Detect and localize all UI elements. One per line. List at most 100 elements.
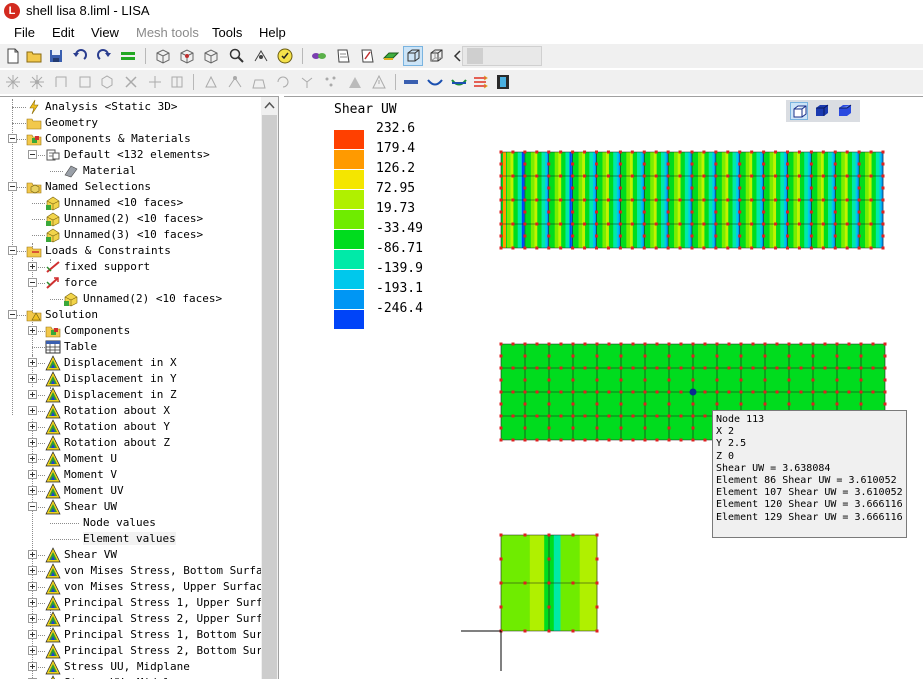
node-icon[interactable] xyxy=(4,73,22,91)
redo-icon[interactable] xyxy=(95,47,113,65)
tree-item[interactable]: Stress VV, Midplane xyxy=(0,675,261,679)
tree-item[interactable]: Displacement in Z xyxy=(0,387,261,403)
tree-item[interactable]: Principal Stress 1, Bottom Surface xyxy=(0,627,261,643)
tree-item[interactable]: force xyxy=(0,275,261,291)
toolbar-combo[interactable] xyxy=(462,46,542,66)
solve-icon[interactable] xyxy=(276,47,294,65)
sheet-icon[interactable] xyxy=(334,47,352,65)
wireframe-box-pressed-icon[interactable] xyxy=(403,46,423,66)
menu-file[interactable]: File xyxy=(14,25,35,40)
tree-item[interactable]: Default <132 elements> xyxy=(0,147,261,163)
collapse-icon[interactable] xyxy=(28,502,37,511)
rotate-icon[interactable] xyxy=(274,73,292,91)
tree-item[interactable]: Shear UW xyxy=(0,499,261,515)
expand-icon[interactable] xyxy=(28,406,37,415)
tree-item[interactable]: Principal Stress 2, Upper Surface xyxy=(0,611,261,627)
new-file-icon[interactable] xyxy=(4,47,22,65)
tree-item[interactable]: Principal Stress 2, Bottom Surface xyxy=(0,643,261,659)
curve-blue-icon[interactable] xyxy=(426,73,444,91)
tree-item[interactable]: Unnamed(2) <10 faces> xyxy=(0,291,261,307)
connect-icon[interactable] xyxy=(52,73,70,91)
tree-item[interactable]: Named Selections xyxy=(0,179,261,195)
tree-item[interactable]: Table xyxy=(0,339,261,355)
triangle-icon[interactable] xyxy=(346,73,364,91)
tree-scrollbar[interactable] xyxy=(261,97,278,679)
menu-view[interactable]: View xyxy=(91,25,119,40)
mesh-cube-select-icon[interactable] xyxy=(178,47,196,65)
expand-icon[interactable] xyxy=(28,374,37,383)
mesh-cube-icon[interactable] xyxy=(154,47,172,65)
tree-item[interactable]: Moment UV xyxy=(0,483,261,499)
expand-icon[interactable] xyxy=(28,646,37,655)
tree-item[interactable]: Analysis <Static 3D> xyxy=(0,99,261,115)
expand-icon[interactable] xyxy=(28,326,37,335)
tree-item[interactable]: Unnamed(3) <10 faces> xyxy=(0,227,261,243)
save-icon[interactable] xyxy=(47,47,65,65)
tree-item[interactable]: Stress UU, Midplane xyxy=(0,659,261,675)
zoom-icon[interactable] xyxy=(228,47,246,65)
tree-item[interactable]: Components xyxy=(0,323,261,339)
tree-item[interactable]: Node values xyxy=(0,515,261,531)
tree-item[interactable]: Unnamed(2) <10 faces> xyxy=(0,211,261,227)
plate-icon[interactable] xyxy=(382,47,400,65)
tree-item[interactable]: Rotation about Y xyxy=(0,419,261,435)
open-folder-icon[interactable] xyxy=(25,47,43,65)
tree-item[interactable]: fixed support xyxy=(0,259,261,275)
expand-icon[interactable] xyxy=(28,630,37,639)
tree-item[interactable]: von Mises Stress, Upper Surface xyxy=(0,579,261,595)
tree-item[interactable]: Solution xyxy=(0,307,261,323)
expand-icon[interactable] xyxy=(28,598,37,607)
expand-icon[interactable] xyxy=(28,582,37,591)
expand-icon[interactable] xyxy=(28,422,37,431)
collapse-icon[interactable] xyxy=(8,134,17,143)
tool-b-icon[interactable] xyxy=(226,73,244,91)
tree-item[interactable]: Loads & Constraints xyxy=(0,243,261,259)
tree-scroll-thumb[interactable] xyxy=(262,115,277,679)
expand-icon[interactable] xyxy=(28,614,37,623)
mesh-cube-edit-icon[interactable] xyxy=(202,47,220,65)
collapse-icon[interactable] xyxy=(28,150,37,159)
expand-icon[interactable] xyxy=(28,662,37,671)
tree-item[interactable]: Principal Stress 1, Upper Surface xyxy=(0,595,261,611)
box-icon[interactable] xyxy=(76,73,94,91)
expand-icon[interactable] xyxy=(28,566,37,575)
tool-c-icon[interactable] xyxy=(298,73,316,91)
measure-icon[interactable] xyxy=(252,47,270,65)
warning-icon[interactable] xyxy=(370,73,388,91)
tree-item[interactable]: Unnamed <10 faces> xyxy=(0,195,261,211)
tree-item[interactable]: von Mises Stress, Bottom Surface xyxy=(0,563,261,579)
collapse-icon[interactable] xyxy=(8,182,17,191)
delete-icon[interactable] xyxy=(122,73,140,91)
tree-item[interactable]: Rotation about Z xyxy=(0,435,261,451)
expand-icon[interactable] xyxy=(28,262,37,271)
tree-item[interactable]: Geometry xyxy=(0,115,261,131)
tree-item[interactable]: Displacement in Y xyxy=(0,371,261,387)
tree-item[interactable]: Element values xyxy=(0,531,261,547)
load-arrows-icon[interactable] xyxy=(472,73,490,91)
green-bars-icon[interactable] xyxy=(119,47,137,65)
weight-icon[interactable] xyxy=(250,73,268,91)
mask-icon[interactable] xyxy=(310,47,328,65)
expand-icon[interactable] xyxy=(28,486,37,495)
menu-help[interactable]: Help xyxy=(259,25,286,40)
model-viewport[interactable]: Shear UW Node 113 X 2Y 2.5 Z 0 Shear UW = 3… xyxy=(284,96,923,679)
expand-icon[interactable] xyxy=(28,358,37,367)
scroll-left-icon[interactable] xyxy=(449,47,461,65)
tree-item[interactable]: Rotation about X xyxy=(0,403,261,419)
tree-item[interactable]: Shear VW xyxy=(0,547,261,563)
tree-item[interactable]: Components & Materials xyxy=(0,131,261,147)
tree-item[interactable]: Displacement in X xyxy=(0,355,261,371)
expand-icon[interactable] xyxy=(28,438,37,447)
film-icon[interactable] xyxy=(494,73,512,91)
tree-item[interactable]: Moment U xyxy=(0,451,261,467)
sheet-edit-icon[interactable] xyxy=(358,47,376,65)
select-icon[interactable] xyxy=(98,73,116,91)
expand-icon[interactable] xyxy=(28,390,37,399)
wireframe-box-icon[interactable] xyxy=(427,47,445,65)
node-pick-icon[interactable] xyxy=(28,73,46,91)
tree-item[interactable]: Material xyxy=(0,163,261,179)
merge-icon[interactable] xyxy=(168,73,186,91)
split-icon[interactable] xyxy=(146,73,164,91)
tool-a-icon[interactable] xyxy=(202,73,220,91)
menu-edit[interactable]: Edit xyxy=(52,25,74,40)
